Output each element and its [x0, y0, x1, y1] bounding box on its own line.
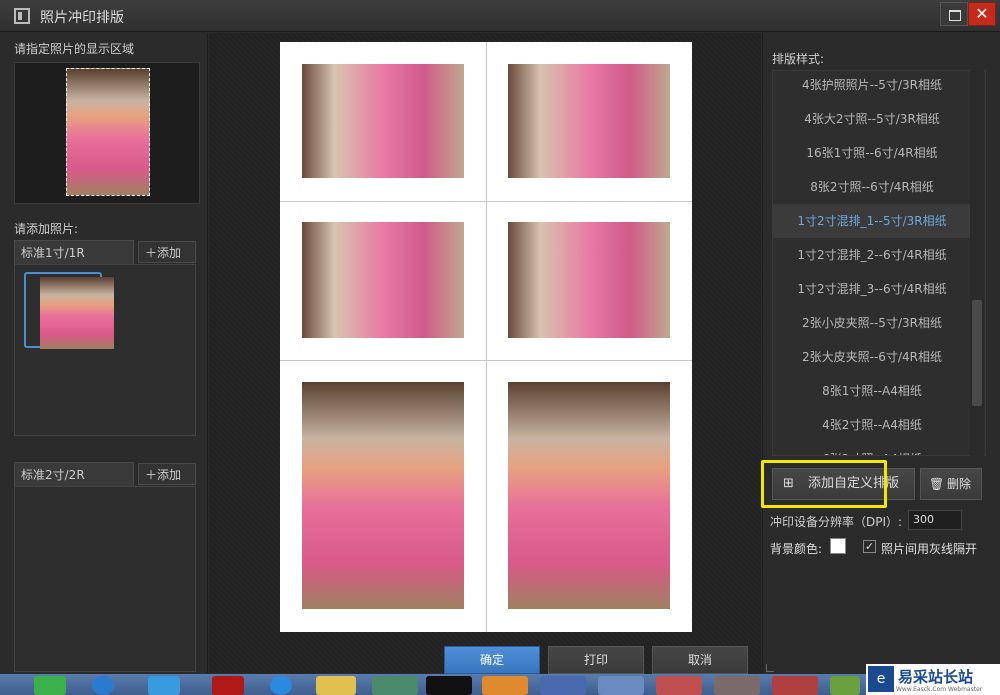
ok-button[interactable]: 确定 [444, 646, 540, 674]
layout-style-item[interactable]: 2张大皮夹照--6寸/4R相纸 [773, 340, 971, 374]
layout-photo-2[interactable] [508, 64, 670, 178]
group-name-2: 标准2寸/2R [21, 468, 85, 482]
group-name-1: 标准1寸/1R [21, 246, 85, 260]
layout-photo-6[interactable] [508, 382, 670, 609]
photo-thumbnail[interactable] [24, 272, 114, 349]
watermark-logo: e [868, 666, 894, 692]
gray-divider-horizontal-1 [280, 201, 692, 202]
plus-icon: ＋ [145, 246, 158, 260]
app-icon-4[interactable] [598, 676, 644, 695]
resize-grip[interactable] [766, 664, 774, 672]
display-area-label: 请指定照片的显示区域 [14, 42, 135, 56]
app-icon-8[interactable] [830, 676, 860, 695]
gray-divider-vertical [486, 42, 487, 632]
preview-photo[interactable] [66, 68, 150, 196]
app-icon [14, 8, 30, 24]
gray-line-label: 照片间用灰线隔开 [881, 542, 978, 556]
app-icon-6[interactable] [714, 676, 760, 695]
folder-icon[interactable] [316, 676, 356, 695]
layout-style-item[interactable]: 4张护照照片--5寸/3R相纸 [773, 71, 971, 102]
browser-icon[interactable] [92, 676, 114, 695]
layout-style-item[interactable]: 1寸2寸混排_1--5寸/3R相纸 [773, 204, 971, 238]
layout-photo-5[interactable] [302, 382, 464, 609]
photo-group-2 [14, 486, 196, 672]
gray-divider-horizontal-2 [280, 360, 692, 361]
layout-photo-1[interactable] [302, 64, 464, 178]
highlight-box [761, 460, 887, 508]
add-photo-button-2[interactable]: ＋添加 [138, 463, 196, 485]
add-photos-label: 请添加照片: [14, 222, 79, 236]
add-label: 添加 [157, 246, 182, 260]
bg-color-swatch[interactable] [830, 538, 846, 554]
app-icon-5[interactable] [656, 676, 702, 695]
group-tab-2[interactable]: 标准2寸/2R [14, 462, 134, 486]
add-label: 添加 [157, 468, 182, 482]
dpi-label: 冲印设备分辨率（DPI）: [770, 515, 903, 529]
layout-style-item[interactable]: 8张1寸照--A4相纸 [773, 374, 971, 408]
layout-style-item[interactable]: 4张2寸照--A4相纸 [773, 408, 971, 442]
trash-icon: 🗑 [929, 477, 945, 491]
bg-color-label: 背景颜色: [770, 542, 823, 556]
layout-style-item[interactable]: 16张1寸照--6寸/4R相纸 [773, 136, 971, 170]
terminal-icon[interactable] [426, 676, 472, 695]
layout-style-item[interactable]: 4张大2寸照--5寸/3R相纸 [773, 102, 971, 136]
thumbnail-image [40, 277, 114, 349]
watermark-text: 易采站长站 [898, 668, 974, 686]
window-title: 照片冲印排版 [40, 10, 124, 26]
scrollbar-thumb[interactable] [972, 300, 982, 406]
app-icon-3[interactable] [540, 676, 586, 695]
dpi-input[interactable]: 300 [908, 510, 962, 530]
layout-style-item[interactable]: 6张2寸照--A4相纸 [773, 442, 971, 455]
layout-style-list: 4张护照照片--5寸/3R相纸 4张大2寸照--5寸/3R相纸 16张1寸照--6寸… [772, 70, 986, 456]
layout-style-item[interactable]: 8张2寸照--6寸/4R相纸 [773, 170, 971, 204]
plus-icon: ＋ [145, 468, 158, 482]
cancel-button[interactable]: 取消 [652, 646, 748, 674]
title-bar: 照片冲印排版 ✕ [0, 0, 1000, 32]
app-icon-7[interactable] [772, 676, 818, 695]
close-button[interactable]: ✕ [968, 2, 996, 26]
watermark-subtext: Www.Easck.Com Webmaster [896, 686, 983, 693]
layout-style-item[interactable]: 1寸2寸混排_3--6寸/4R相纸 [773, 272, 971, 306]
flash-icon[interactable] [212, 676, 244, 695]
print-button[interactable]: 打印 [548, 646, 644, 674]
iqiyi-icon[interactable] [34, 676, 66, 695]
add-photo-button-1[interactable]: ＋添加 [138, 241, 196, 263]
search-app-icon[interactable] [270, 676, 292, 695]
app-icon-2[interactable] [482, 676, 528, 695]
layout-style-item[interactable]: 1寸2寸混排_2--6寸/4R相纸 [773, 238, 971, 272]
app-icon-1[interactable] [372, 676, 418, 695]
layout-photo-3[interactable] [302, 222, 464, 338]
cloud-icon[interactable] [148, 676, 180, 695]
layout-photo-4[interactable] [508, 222, 670, 338]
styles-label: 排版样式: [772, 52, 825, 66]
gray-line-checkbox[interactable]: ✓ [863, 540, 876, 553]
delete-label: 删除 [946, 477, 971, 491]
layout-style-item[interactable]: 2张小皮夹照--5寸/3R相纸 [773, 306, 971, 340]
maximize-button[interactable] [940, 2, 968, 26]
group-tab-1[interactable]: 标准1寸/1R [14, 240, 134, 264]
delete-layout-button[interactable]: 🗑 删除 [920, 468, 982, 500]
